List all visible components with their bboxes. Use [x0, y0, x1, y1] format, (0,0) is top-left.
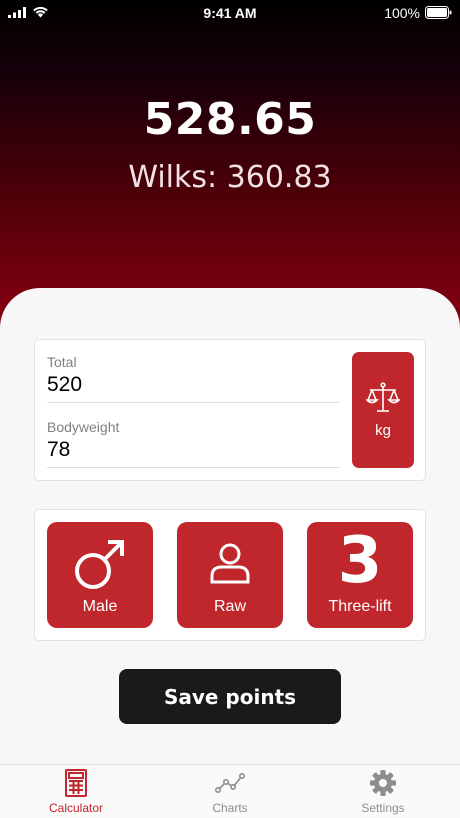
line-chart-icon	[215, 773, 245, 793]
tab-settings[interactable]: Settings	[323, 769, 443, 817]
calculator-icon	[65, 769, 87, 797]
options-card: Male Raw 3 Three-lift	[34, 509, 426, 641]
gender-male-button[interactable]: Male	[47, 522, 153, 628]
number-3-icon: 3	[337, 524, 383, 598]
total-input[interactable]: 520	[47, 373, 82, 397]
tab-bar: Calculator Charts Settings	[0, 764, 460, 818]
event-three-lift-button[interactable]: 3 Three-lift	[307, 522, 413, 628]
equipment-raw-button[interactable]: Raw	[177, 522, 283, 628]
gear-icon	[370, 770, 396, 796]
tab-charts[interactable]: Charts	[170, 769, 290, 817]
tab-charts-label: Charts	[212, 801, 248, 815]
event-label: Three-lift	[328, 598, 392, 615]
total-label: Total	[47, 354, 77, 370]
bodyweight-underline	[47, 467, 339, 468]
tab-calculator-label: Calculator	[48, 801, 104, 815]
bodyweight-label: Bodyweight	[47, 419, 120, 435]
battery-icon	[425, 6, 452, 19]
tab-calculator[interactable]: Calculator	[16, 769, 136, 817]
wilks-score: Wilks: 360.83	[128, 160, 332, 195]
inputs-card: Total 520 Bodyweight 78 kg	[34, 339, 426, 481]
gender-label: Male	[82, 598, 118, 615]
person-icon	[210, 543, 250, 584]
male-symbol-icon	[75, 540, 124, 589]
total-underline	[47, 402, 339, 403]
equipment-label: Raw	[213, 598, 246, 615]
scale-icon	[366, 381, 400, 412]
bodyweight-input[interactable]: 78	[47, 438, 70, 462]
unit-label: kg	[375, 421, 391, 439]
tab-settings-label: Settings	[361, 801, 405, 815]
save-points-button[interactable]: Save points	[119, 669, 341, 724]
unit-toggle-button[interactable]: kg	[352, 352, 414, 468]
points-score: 528.65	[143, 94, 317, 145]
battery-percent: 100%	[384, 5, 420, 21]
status-bar: 9:41 AM 100%	[0, 0, 460, 26]
